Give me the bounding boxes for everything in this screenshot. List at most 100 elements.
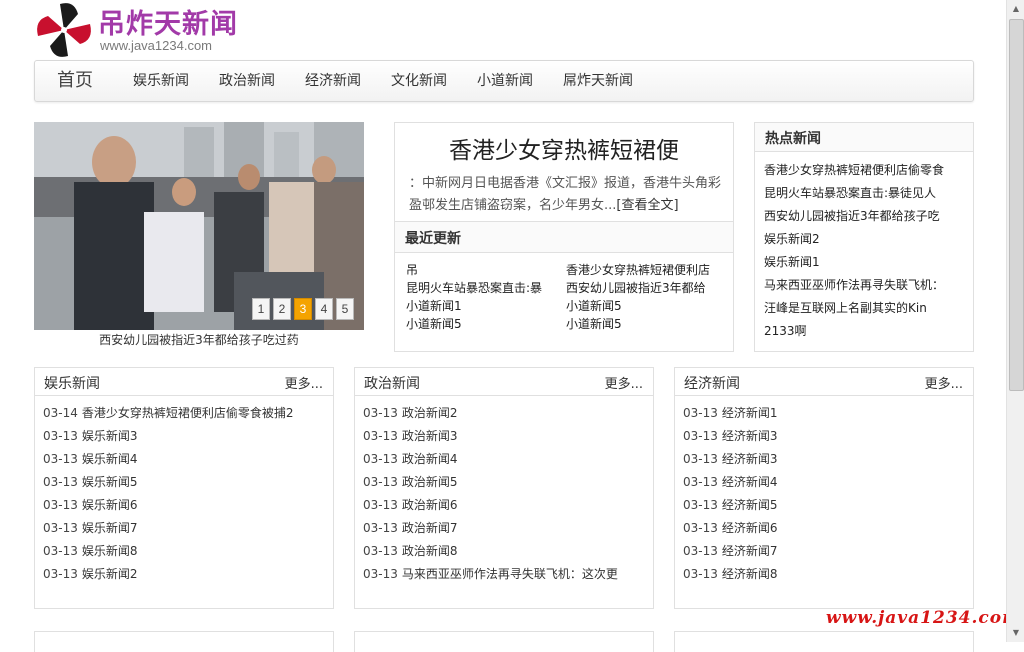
read-more-link[interactable]: [查看全文] bbox=[616, 198, 678, 213]
news-date: 03-13 bbox=[363, 544, 398, 558]
news-title[interactable]: 政治新闻3 bbox=[402, 429, 458, 443]
hot-news-item[interactable]: 娱乐新闻2 bbox=[764, 228, 968, 251]
latest-item[interactable]: 吊 bbox=[406, 261, 562, 279]
headline-box: 香港少女穿热裤短裙便 ：中新网月日电据香港《文汇报》报道，香港牛头角彩盈邨发生店… bbox=[394, 122, 734, 352]
latest-item[interactable]: 小道新闻5 bbox=[406, 315, 562, 333]
news-title[interactable]: 经济新闻1 bbox=[722, 406, 778, 420]
slider-page-4[interactable]: 4 bbox=[315, 298, 333, 320]
news-title[interactable]: 政治新闻2 bbox=[402, 406, 458, 420]
news-row[interactable]: 03-13 经济新闻7 bbox=[683, 540, 969, 563]
scroll-thumb[interactable] bbox=[1009, 19, 1024, 391]
news-title[interactable]: 经济新闻8 bbox=[722, 567, 778, 581]
nav-politics[interactable]: 政治新闻 bbox=[219, 61, 275, 101]
pinwheel-logo-icon bbox=[37, 3, 91, 57]
slider-page-5[interactable]: 5 bbox=[336, 298, 354, 320]
news-row[interactable]: 03-14 香港少女穿热裤短裙便利店偷零食被捕2 bbox=[43, 402, 329, 425]
news-row[interactable]: 03-13 经济新闻6 bbox=[683, 517, 969, 540]
news-date: 03-13 bbox=[43, 544, 78, 558]
news-title[interactable]: 经济新闻7 bbox=[722, 544, 778, 558]
news-row[interactable]: 03-13 经济新闻8 bbox=[683, 563, 969, 586]
news-row[interactable]: 03-13 经济新闻4 bbox=[683, 471, 969, 494]
slider-page-1[interactable]: 1 bbox=[252, 298, 270, 320]
news-title[interactable]: 娱乐新闻4 bbox=[82, 452, 138, 466]
headline-title[interactable]: 香港少女穿热裤短裙便 bbox=[395, 131, 733, 165]
hot-news-item[interactable]: 2133啊 bbox=[764, 320, 968, 343]
news-row[interactable]: 03-13 娱乐新闻2 bbox=[43, 563, 329, 586]
nav-awesome[interactable]: 屌炸天新闻 bbox=[563, 61, 633, 101]
news-title[interactable]: 娱乐新闻2 bbox=[82, 567, 138, 581]
nav-culture[interactable]: 文化新闻 bbox=[391, 61, 447, 101]
news-row[interactable]: 03-13 政治新闻8 bbox=[363, 540, 649, 563]
news-title[interactable]: 政治新闻5 bbox=[402, 475, 458, 489]
news-row[interactable]: 03-13 娱乐新闻3 bbox=[43, 425, 329, 448]
more-link[interactable]: 更多... bbox=[925, 373, 963, 392]
news-date: 03-13 bbox=[363, 406, 398, 420]
news-row[interactable]: 03-13 娱乐新闻5 bbox=[43, 471, 329, 494]
scroll-down-arrow-icon[interactable]: ▼ bbox=[1007, 624, 1024, 642]
site-logo[interactable]: 吊炸天新闻 www.java1234.com bbox=[34, 0, 294, 58]
news-title[interactable]: 政治新闻4 bbox=[402, 452, 458, 466]
news-title[interactable]: 马来西亚巫师作法再寻失联飞机：这次更 bbox=[402, 567, 618, 581]
news-date: 03-13 bbox=[43, 475, 78, 489]
news-title[interactable]: 经济新闻6 bbox=[722, 521, 778, 535]
nav-economy[interactable]: 经济新闻 bbox=[305, 61, 361, 101]
news-row[interactable]: 03-13 经济新闻1 bbox=[683, 402, 969, 425]
nav-entertainment[interactable]: 娱乐新闻 bbox=[133, 61, 189, 101]
news-title[interactable]: 香港少女穿热裤短裙便利店偷零食被捕2 bbox=[82, 406, 294, 420]
hot-news-item[interactable]: 昆明火车站暴恐案直击:暴徒见人 bbox=[764, 182, 968, 205]
news-row[interactable]: 03-13 经济新闻5 bbox=[683, 494, 969, 517]
slider-page-2[interactable]: 2 bbox=[273, 298, 291, 320]
news-row[interactable]: 03-13 政治新闻6 bbox=[363, 494, 649, 517]
image-slider[interactable]: 1 2 3 4 5 bbox=[34, 122, 364, 330]
news-title[interactable]: 娱乐新闻5 bbox=[82, 475, 138, 489]
news-title[interactable]: 娱乐新闻8 bbox=[82, 544, 138, 558]
news-title[interactable]: 政治新闻6 bbox=[402, 498, 458, 512]
news-title[interactable]: 政治新闻7 bbox=[402, 521, 458, 535]
news-title[interactable]: 经济新闻3 bbox=[722, 452, 778, 466]
news-title[interactable]: 娱乐新闻7 bbox=[82, 521, 138, 535]
news-title[interactable]: 经济新闻3 bbox=[722, 429, 778, 443]
category-header: 政治新闻 更多... bbox=[355, 368, 653, 396]
news-date: 03-13 bbox=[683, 567, 718, 581]
hot-news-item[interactable]: 香港少女穿热裤短裙便利店偷零食 bbox=[764, 159, 968, 182]
latest-item[interactable]: 小道新闻5 bbox=[566, 297, 722, 315]
news-title[interactable]: 娱乐新闻3 bbox=[82, 429, 138, 443]
news-row[interactable]: 03-13 政治新闻2 bbox=[363, 402, 649, 425]
latest-item[interactable]: 昆明火车站暴恐案直击:暴 bbox=[406, 279, 562, 297]
news-row[interactable]: 03-13 娱乐新闻6 bbox=[43, 494, 329, 517]
scroll-up-arrow-icon[interactable]: ▲ bbox=[1007, 0, 1024, 18]
nav-gossip[interactable]: 小道新闻 bbox=[477, 61, 533, 101]
latest-item[interactable]: 小道新闻5 bbox=[566, 315, 722, 333]
news-row[interactable]: 03-13 政治新闻3 bbox=[363, 425, 649, 448]
category-politics: 政治新闻 更多... 03-13 政治新闻2 03-13 政治新闻3 03-13 政治… bbox=[354, 367, 654, 609]
latest-item[interactable]: 西安幼儿园被指近3年都给 bbox=[566, 279, 722, 297]
news-title[interactable]: 娱乐新闻6 bbox=[82, 498, 138, 512]
news-row[interactable]: 03-13 经济新闻3 bbox=[683, 448, 969, 471]
news-row[interactable]: 03-13 娱乐新闻4 bbox=[43, 448, 329, 471]
hot-news-item[interactable]: 汪峰是互联网上名副其实的Kin bbox=[764, 297, 968, 320]
slider-caption[interactable]: 西安幼儿园被指近3年都给孩子吃过药 bbox=[34, 330, 364, 350]
vertical-scrollbar[interactable]: ▲ ▼ bbox=[1006, 0, 1024, 642]
news-row[interactable]: 03-13 娱乐新闻7 bbox=[43, 517, 329, 540]
hot-news-item[interactable]: 娱乐新闻1 bbox=[764, 251, 968, 274]
hot-news-item[interactable]: 马来西亚巫师作法再寻失联飞机： bbox=[764, 274, 968, 297]
news-title[interactable]: 经济新闻4 bbox=[722, 475, 778, 489]
latest-item[interactable]: 香港少女穿热裤短裙便利店 bbox=[566, 261, 722, 279]
main-nav: 首页 娱乐新闻 政治新闻 经济新闻 文化新闻 小道新闻 屌炸天新闻 bbox=[34, 60, 974, 102]
news-row[interactable]: 03-13 马来西亚巫师作法再寻失联飞机：这次更 bbox=[363, 563, 649, 586]
more-link[interactable]: 更多... bbox=[605, 373, 643, 392]
nav-home[interactable]: 首页 bbox=[57, 61, 93, 101]
category-title: 政治新闻 bbox=[364, 376, 420, 392]
news-title[interactable]: 政治新闻8 bbox=[402, 544, 458, 558]
latest-item[interactable]: 小道新闻1 bbox=[406, 297, 562, 315]
news-row[interactable]: 03-13 经济新闻3 bbox=[683, 425, 969, 448]
news-row[interactable]: 03-13 政治新闻4 bbox=[363, 448, 649, 471]
news-row[interactable]: 03-13 娱乐新闻8 bbox=[43, 540, 329, 563]
news-row[interactable]: 03-13 政治新闻7 bbox=[363, 517, 649, 540]
news-row[interactable]: 03-13 政治新闻5 bbox=[363, 471, 649, 494]
category-header: 经济新闻 更多... bbox=[675, 368, 973, 396]
slider-page-3[interactable]: 3 bbox=[294, 298, 312, 320]
more-link[interactable]: 更多... bbox=[285, 373, 323, 392]
news-title[interactable]: 经济新闻5 bbox=[722, 498, 778, 512]
hot-news-item[interactable]: 西安幼儿园被指近3年都给孩子吃 bbox=[764, 205, 968, 228]
